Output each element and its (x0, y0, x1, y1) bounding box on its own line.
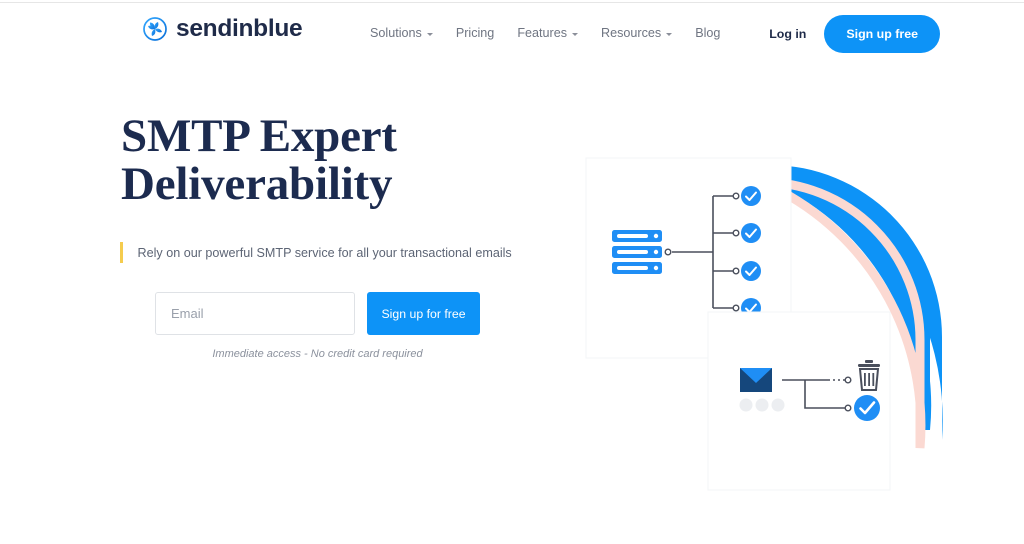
check-circle-icon (741, 261, 761, 281)
nav-item-features[interactable]: Features (517, 26, 579, 40)
login-link[interactable]: Log in (769, 27, 806, 41)
nav-label: Resources (601, 26, 662, 40)
nav-item-blog[interactable]: Blog (695, 26, 720, 40)
signup-free-button[interactable]: Sign up free (824, 15, 940, 53)
email-input[interactable] (155, 292, 355, 335)
page-title: SMTP Expert Deliverability (121, 110, 551, 210)
trash-icon (858, 360, 880, 391)
nav-label: Pricing (455, 26, 495, 40)
loading-dots (739, 398, 785, 412)
header-actions: Log in Sign up free (769, 15, 940, 53)
hero-subtitle-wrap: Rely on our powerful SMTP service for al… (120, 242, 512, 263)
check-circle-icon (741, 186, 761, 206)
nav-label: Features (517, 26, 568, 40)
nav-label: Solutions (370, 26, 422, 40)
illustration-bottom-card (707, 311, 891, 491)
hero-title-line1: SMTP Expert (121, 110, 397, 162)
server-rack-icon (612, 230, 662, 274)
check-circle-icon (741, 223, 761, 243)
chevron-down-icon (572, 32, 579, 36)
chevron-down-icon (666, 32, 673, 36)
signup-fineprint: Immediate access - No credit card requir… (212, 348, 423, 360)
nav-item-solutions[interactable]: Solutions (370, 26, 433, 40)
envelope-icon (740, 368, 772, 392)
hero-subtitle: Rely on our powerful SMTP service for al… (137, 245, 512, 260)
hero-illustration (560, 140, 980, 510)
nav-item-pricing[interactable]: Pricing (456, 26, 495, 40)
hero-title-line2: Deliverability (121, 157, 393, 210)
check-circle-icon (854, 395, 880, 421)
browser-chrome-edge (0, 0, 1024, 3)
nav-item-resources[interactable]: Resources (601, 26, 673, 40)
page-root: sendinblue Solutions Pricing Features Re… (0, 0, 1024, 544)
brand-logo-link[interactable]: sendinblue (143, 15, 303, 42)
signup-form: Sign up for free (155, 292, 480, 335)
nav-label: Blog (695, 26, 721, 40)
signup-for-free-button[interactable]: Sign up for free (367, 292, 480, 335)
accent-bar (120, 242, 123, 263)
main-navigation: Solutions Pricing Features Resources Blo… (370, 26, 720, 40)
site-header: sendinblue Solutions Pricing Features Re… (0, 4, 1024, 63)
sendinblue-pinwheel-icon (143, 17, 167, 42)
brand-name: sendinblue (176, 15, 303, 42)
chevron-down-icon (426, 32, 433, 36)
